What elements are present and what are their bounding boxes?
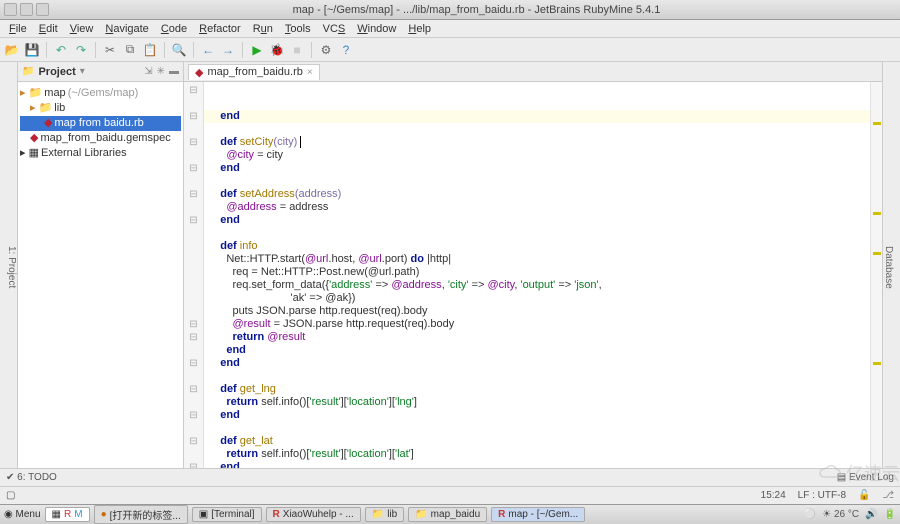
warning-marker[interactable]	[873, 252, 881, 255]
tool-event-log[interactable]: ▤ Event Log	[837, 472, 894, 483]
menu-window[interactable]: Window	[352, 22, 401, 36]
tab-label: map_from_baidu.rb	[207, 66, 302, 78]
collapse-icon[interactable]: ⇲	[144, 66, 152, 77]
tool-database[interactable]: Database	[883, 244, 894, 291]
warning-marker[interactable]	[873, 122, 881, 125]
separator	[95, 42, 96, 58]
cut-icon[interactable]: ✂	[102, 42, 118, 58]
toolbar: 📂 💾 ↶ ↷ ✂ ⧉ 📋 🔍 ← → ▶ 🐞 ■ ⚙ ?	[0, 38, 900, 62]
menu-navigate[interactable]: Navigate	[100, 22, 153, 36]
editor-area: ◆ map_from_baidu.rb × ⊟⊟⊟⊟⊟⊟⊟⊟⊟⊟⊟⊟⊟⊟⊟ en…	[184, 62, 882, 468]
save-icon[interactable]: 💾	[24, 42, 40, 58]
window-controls	[4, 3, 49, 16]
tray-temp[interactable]: ☀ 26 °C	[822, 509, 859, 520]
tree-item[interactable]: ▸ ▦ External Libraries	[20, 146, 181, 161]
error-stripe[interactable]	[870, 82, 882, 468]
close-button[interactable]	[36, 3, 49, 16]
find-icon[interactable]: 🔍	[171, 42, 187, 58]
gear-icon[interactable]: ✳	[157, 66, 165, 77]
status-lock-icon[interactable]: 🔓	[858, 490, 870, 501]
menu-code[interactable]: Code	[156, 22, 192, 36]
menu-tools[interactable]: Tools	[280, 22, 316, 36]
project-panel: 📁 Project ▾ ⇲ ✳ ▬ ▸ 📁 map (~/Gems/map)▸ …	[18, 62, 184, 468]
help-icon[interactable]: ?	[338, 42, 354, 58]
open-icon[interactable]: 📂	[4, 42, 20, 58]
tree-item[interactable]: ◆ map from baidu.rb	[20, 116, 181, 131]
right-tool-strip: Database	[882, 62, 900, 468]
task-rubymine[interactable]: R map - [~/Gem...	[491, 507, 585, 522]
separator	[242, 42, 243, 58]
menu-view[interactable]: View	[65, 22, 99, 36]
ruby-icon: ◆	[195, 66, 203, 79]
gutter[interactable]: ⊟⊟⊟⊟⊟⊟⊟⊟⊟⊟⊟⊟⊟⊟⊟	[184, 82, 204, 468]
editor-body: ⊟⊟⊟⊟⊟⊟⊟⊟⊟⊟⊟⊟⊟⊟⊟ end def setCity(city) @c…	[184, 82, 882, 468]
project-header: 📁 Project ▾ ⇲ ✳ ▬	[18, 62, 183, 82]
titlebar: map - [~/Gems/map] - .../lib/map_from_ba…	[0, 0, 900, 20]
task-launcher[interactable]: ▦RM	[45, 507, 90, 522]
start-menu[interactable]: ◉ Menu	[4, 509, 41, 520]
copy-icon[interactable]: ⧉	[122, 42, 138, 58]
tab-map-from-baidu[interactable]: ◆ map_from_baidu.rb ×	[188, 64, 320, 80]
tray-network-icon[interactable]: ⚪	[804, 509, 816, 520]
main-area: 1: Project 7: Structure 2: Favorites 📁 P…	[0, 62, 900, 468]
menu-edit[interactable]: Edit	[34, 22, 63, 36]
close-tab-icon[interactable]: ×	[307, 67, 313, 78]
bottom-toolbar: ✔ 6: TODO ▤ Event Log	[0, 468, 900, 486]
menu-help[interactable]: Help	[403, 22, 436, 36]
status-git-icon[interactable]: ⎇	[882, 490, 894, 501]
separator	[46, 42, 47, 58]
code-editor[interactable]: end def setCity(city) @city = city end d…	[204, 82, 870, 468]
dropdown-icon[interactable]: ▾	[80, 66, 85, 77]
tray-battery-icon[interactable]: 🔋	[884, 509, 896, 520]
warning-marker[interactable]	[873, 362, 881, 365]
task-folder-lib[interactable]: 📁 lib	[365, 507, 404, 522]
tree-item[interactable]: ▸ 📁 map (~/Gems/map)	[20, 86, 181, 101]
tool-todo[interactable]: ✔ 6: TODO	[6, 472, 57, 483]
menu-run[interactable]: Run	[248, 22, 278, 36]
taskbar: ◉ Menu ▦RM ● [打开新的标签... ▣ [Terminal] R X…	[0, 504, 900, 524]
status-encoding[interactable]: LF : UTF-8	[798, 490, 846, 501]
menu-vcs[interactable]: VCS	[318, 22, 351, 36]
forward-icon[interactable]: →	[220, 42, 236, 58]
warning-marker[interactable]	[873, 212, 881, 215]
tree-item[interactable]: ◆ map_from_baidu.gemspec	[20, 131, 181, 146]
task-xiaowu[interactable]: R XiaoWuhelp - ...	[266, 507, 361, 522]
menu-file[interactable]: File	[4, 22, 32, 36]
status-window-icon[interactable]: ▢	[6, 490, 15, 501]
editor-tabs: ◆ map_from_baidu.rb ×	[184, 62, 882, 82]
menubar: File Edit View Navigate Code Refactor Ru…	[0, 20, 900, 38]
task-browser[interactable]: ● [打开新的标签...	[94, 505, 188, 524]
redo-icon[interactable]: ↷	[73, 42, 89, 58]
project-icon: 📁	[22, 66, 34, 77]
separator	[164, 42, 165, 58]
separator	[193, 42, 194, 58]
menu-refactor[interactable]: Refactor	[194, 22, 246, 36]
task-terminal[interactable]: ▣ [Terminal]	[192, 507, 262, 522]
tool-project[interactable]: 1: Project	[6, 244, 17, 290]
window-title: map - [~/Gems/map] - .../lib/map_from_ba…	[57, 4, 896, 16]
settings-icon[interactable]: ⚙	[318, 42, 334, 58]
paste-icon[interactable]: 📋	[142, 42, 158, 58]
minimize-button[interactable]	[4, 3, 17, 16]
statusbar: ▢ 15:24 LF : UTF-8 🔓 ⎇	[0, 486, 900, 504]
system-tray: ⚪ ☀ 26 °C 🔊 🔋	[804, 509, 896, 520]
undo-icon[interactable]: ↶	[53, 42, 69, 58]
separator	[311, 42, 312, 58]
back-icon[interactable]: ←	[200, 42, 216, 58]
tray-volume-icon[interactable]: 🔊	[865, 509, 877, 520]
tree-item[interactable]: ▸ 📁 lib	[20, 101, 181, 116]
maximize-button[interactable]	[20, 3, 33, 16]
status-position[interactable]: 15:24	[761, 490, 786, 501]
task-folder-map[interactable]: 📁 map_baidu	[408, 507, 487, 522]
hide-icon[interactable]: ▬	[169, 66, 179, 77]
debug-icon[interactable]: 🐞	[269, 42, 285, 58]
run-icon[interactable]: ▶	[249, 42, 265, 58]
project-title: Project	[38, 66, 75, 78]
left-tool-strip: 1: Project 7: Structure 2: Favorites	[0, 62, 18, 468]
stop-icon[interactable]: ■	[289, 42, 305, 58]
project-tree[interactable]: ▸ 📁 map (~/Gems/map)▸ 📁 lib◆ map from ba…	[18, 82, 183, 165]
